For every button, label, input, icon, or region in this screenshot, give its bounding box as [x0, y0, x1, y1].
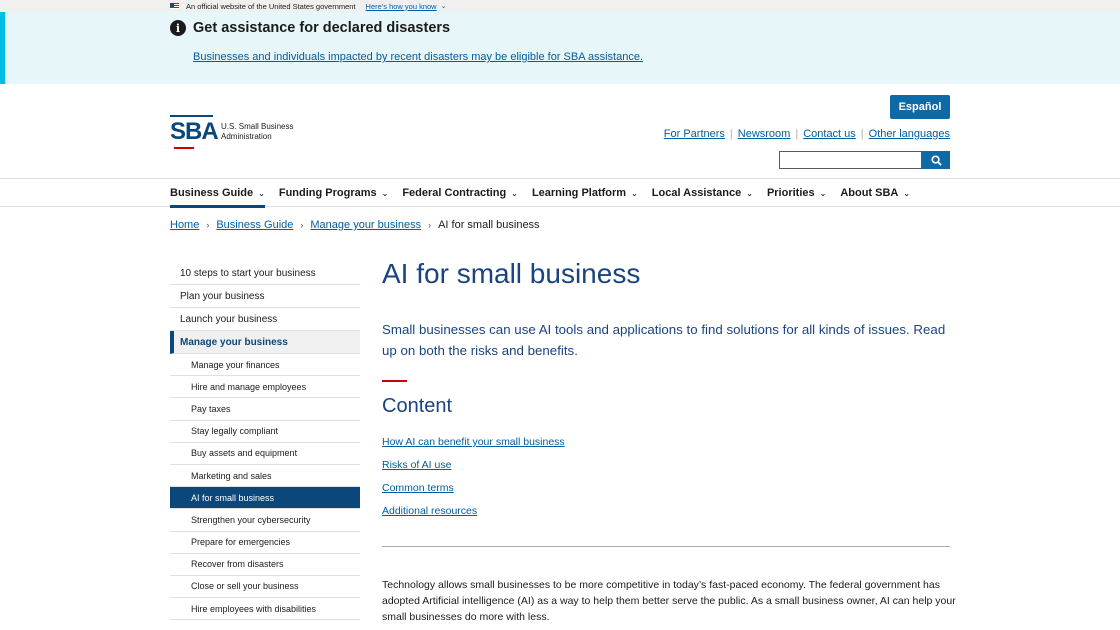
chevron-down-icon: ⌄: [381, 188, 389, 198]
sidenav-item-current[interactable]: Manage your business: [170, 331, 360, 354]
nav-funding-programs[interactable]: Funding Programs ⌄: [279, 179, 388, 207]
logo-text: U.S. Small Business Administration: [221, 122, 294, 141]
sidenav-subitem[interactable]: Prepare for emergencies: [170, 532, 360, 554]
main-nav: Business Guide ⌄ Funding Programs ⌄ Federa…: [0, 178, 1120, 208]
chevron-down-icon: ⌄: [258, 188, 265, 198]
section-divider: [382, 546, 950, 547]
newsroom-link[interactable]: Newsroom: [738, 128, 791, 140]
sba-logo-mark: SBA: [170, 115, 219, 149]
sidenav-item[interactable]: Plan your business: [170, 285, 360, 308]
chevron-down-icon: ⌄: [631, 188, 638, 198]
utility-links: For Partners | Newsroom | Contact us | O…: [663, 128, 950, 140]
nav-business-guide[interactable]: Business Guide ⌄: [170, 179, 265, 208]
nav-about-sba[interactable]: About SBA ⌄: [840, 179, 910, 207]
side-nav: 10 steps to start your business Plan you…: [170, 262, 360, 621]
sidenav-subitem[interactable]: Manage your finances: [170, 354, 360, 377]
toc-link[interactable]: Risks of AI use: [382, 459, 565, 482]
us-flag-icon: [170, 3, 179, 9]
sidenav-subitem[interactable]: Hire and manage employees: [170, 376, 360, 399]
sidenav-subitem[interactable]: Marketing and sales: [170, 465, 360, 488]
page-title: AI for small business: [382, 258, 641, 289]
nav-learning-platform[interactable]: Learning Platform ⌄: [532, 179, 638, 207]
sidenav-subitem[interactable]: Buy assets and equipment: [170, 443, 360, 465]
alert-link[interactable]: Businesses and individuals impacted by r…: [193, 51, 643, 63]
sba-logo[interactable]: SBA U.S. Small Business Administration: [170, 115, 293, 149]
intro-text: Small businesses can use AI tools and ap…: [382, 322, 946, 358]
sidenav-subitem[interactable]: Recover from disasters: [170, 554, 360, 576]
nav-priorities[interactable]: Priorities ⌄: [767, 179, 826, 207]
gov-banner-text: An official website of the United States…: [186, 1, 356, 11]
nav-local-assistance[interactable]: Local Assistance ⌄: [652, 179, 753, 207]
espanol-button[interactable]: Español: [890, 95, 950, 119]
other-languages-link[interactable]: Other languages: [869, 128, 950, 140]
chevron-down-icon: ⌄: [903, 188, 911, 198]
chevron-right-icon: ›: [300, 220, 304, 230]
for-partners-link[interactable]: For Partners: [664, 128, 725, 140]
sidenav-subitem-active[interactable]: AI for small business: [170, 487, 360, 510]
search-button[interactable]: [922, 151, 950, 169]
chevron-down-icon: ⌄: [819, 188, 827, 198]
nav-federal-contracting[interactable]: Federal Contracting ⌄: [402, 179, 518, 207]
search-input[interactable]: [779, 151, 922, 169]
contact-us-link[interactable]: Contact us: [803, 128, 856, 140]
sidenav-subitem[interactable]: Close or sell your business: [170, 576, 360, 599]
toc-link[interactable]: How AI can benefit your small business: [382, 436, 565, 459]
breadcrumb-manage-your-business[interactable]: Manage your business: [310, 219, 421, 231]
chevron-down-icon: ⌄: [511, 188, 518, 198]
body-paragraph: Technology allows small businesses to be…: [382, 579, 956, 623]
chevron-right-icon: ›: [428, 220, 432, 230]
toc-link[interactable]: Additional resources: [382, 505, 565, 528]
chevron-right-icon: ›: [206, 220, 210, 230]
breadcrumb-current: AI for small business: [438, 219, 540, 231]
sidenav-item[interactable]: Launch your business: [170, 308, 360, 331]
breadcrumb-business-guide[interactable]: Business Guide: [216, 219, 293, 231]
chevron-down-icon: ⌄: [746, 188, 753, 198]
sidenav-subitem[interactable]: Stay legally compliant: [170, 421, 360, 443]
table-of-contents: How AI can benefit your small business R…: [382, 436, 565, 528]
info-icon: i: [170, 20, 186, 36]
breadcrumb: Home › Business Guide › Manage your busi…: [170, 219, 540, 231]
chevron-down-icon[interactable]: ⌄: [441, 2, 447, 10]
sidenav-subitem[interactable]: Pay taxes: [170, 398, 360, 421]
toc-link[interactable]: Common terms: [382, 482, 565, 505]
breadcrumb-home[interactable]: Home: [170, 219, 199, 231]
sidenav-item[interactable]: 10 steps to start your business: [170, 262, 360, 285]
gov-banner: An official website of the United States…: [0, 0, 1120, 12]
disaster-alert: i Get assistance for declared disasters …: [0, 12, 1120, 84]
alert-title: Get assistance for declared disasters: [193, 20, 451, 36]
content-heading: Content: [382, 395, 453, 417]
search-icon: [930, 154, 942, 166]
sidenav-subitem[interactable]: Hire employees with disabilities: [170, 598, 360, 621]
sidenav-subitem[interactable]: Strengthen your cybersecurity: [170, 509, 360, 532]
accent-divider: [382, 380, 407, 382]
heres-how-you-know-link[interactable]: Here's how you know: [366, 2, 437, 11]
